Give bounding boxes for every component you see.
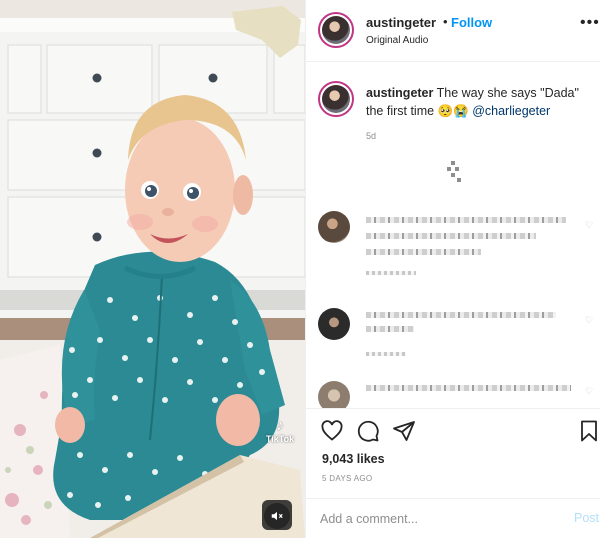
caption-avatar[interactable] <box>318 81 354 117</box>
mute-button[interactable] <box>264 503 290 529</box>
post-media[interactable]: ♪ TikTok <box>0 0 305 538</box>
commenter-avatar[interactable] <box>318 211 350 243</box>
heart-icon[interactable]: ♡ <box>585 221 593 230</box>
audio-label[interactable]: Original Audio <box>366 35 428 46</box>
heart-icon[interactable]: ♡ <box>585 387 593 396</box>
post-actions: 9,043 likes 5 DAYS AGO <box>306 408 600 508</box>
speaker-muted-icon <box>271 511 283 521</box>
comment-meta <box>366 271 416 275</box>
tiktok-watermark-label: TikTok <box>265 434 295 444</box>
add-comment-bar: Post <box>306 498 600 538</box>
comments-section[interactable]: austingeter The way she says "Dada" the … <box>306 63 600 408</box>
list-item: ♡ <box>318 308 593 363</box>
comment-meta <box>366 352 406 356</box>
caption-mention[interactable]: @charliegeter <box>472 104 550 118</box>
comment-text <box>366 385 571 391</box>
list-item: ♡ <box>318 381 593 408</box>
post-panel: austingeter • Follow Original Audio ••• … <box>305 0 600 538</box>
commenter-avatar[interactable] <box>318 381 350 408</box>
commenter-avatar[interactable] <box>318 308 350 340</box>
more-horizontal-icon[interactable]: ••• <box>580 15 600 31</box>
header-separator: • <box>443 14 448 29</box>
comment-text <box>366 217 566 223</box>
header-username[interactable]: austingeter <box>366 15 436 30</box>
caption-username[interactable]: austingeter <box>366 86 433 100</box>
comment-text <box>366 233 536 239</box>
heart-icon[interactable]: ♡ <box>585 316 593 325</box>
bookmark-icon[interactable] <box>577 419 600 443</box>
post-header: austingeter • Follow Original Audio ••• <box>306 0 600 62</box>
comment-icon[interactable] <box>356 419 380 443</box>
comment-text <box>366 249 481 255</box>
avatar[interactable] <box>318 12 354 48</box>
comment-text <box>366 312 556 318</box>
follow-button[interactable]: Follow <box>451 15 492 30</box>
loading-icon <box>447 161 461 183</box>
likes-count[interactable]: 9,043 likes <box>322 452 385 466</box>
tiktok-logo-icon: ♪ <box>276 417 284 434</box>
post-date[interactable]: 5 DAYS AGO <box>322 474 372 483</box>
comment-input[interactable] <box>320 509 540 529</box>
list-item: ♡ <box>318 211 593 281</box>
tiktok-watermark: ♪ TikTok <box>262 417 298 445</box>
heart-icon[interactable] <box>320 419 344 443</box>
paper-plane-icon[interactable] <box>392 419 416 443</box>
caption: austingeter The way she says "Dada" the … <box>366 84 591 120</box>
caption-emojis: 🥺😭 <box>437 104 469 118</box>
video-frame <box>0 0 305 538</box>
comment-text <box>366 326 414 332</box>
post-button[interactable]: Post <box>574 511 599 525</box>
caption-timestamp[interactable]: 5d <box>366 131 376 141</box>
